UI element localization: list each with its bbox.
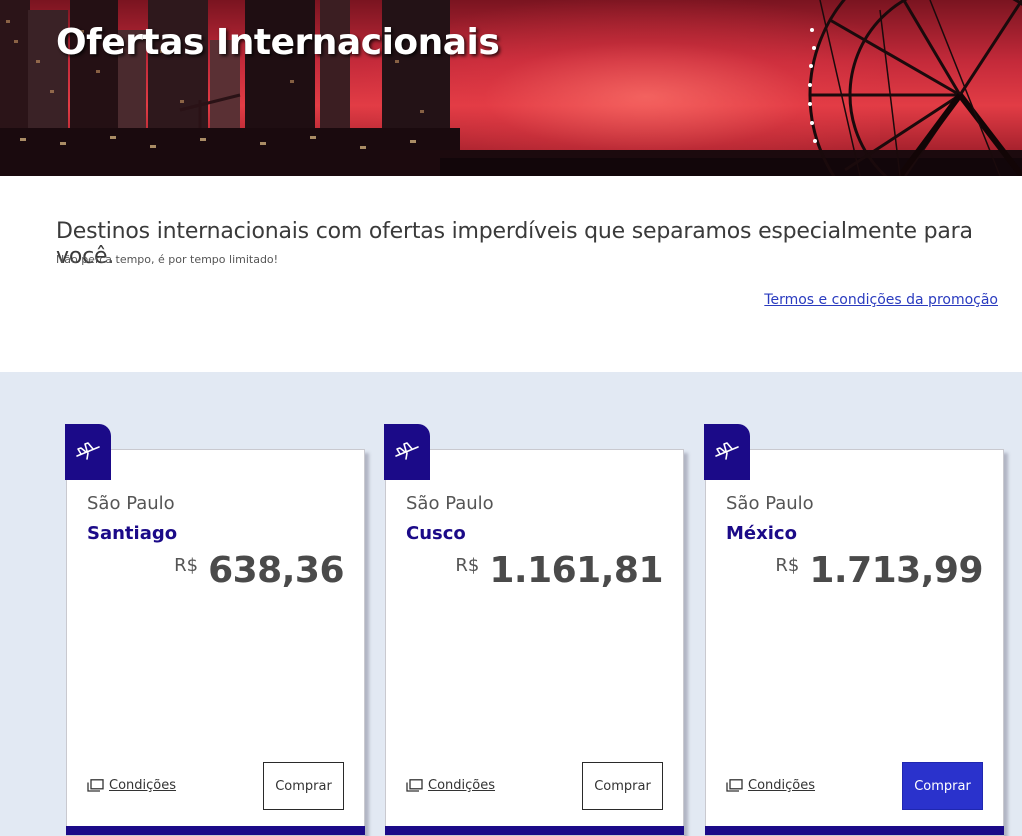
conditions-link[interactable]: Condições bbox=[87, 778, 176, 793]
price-amount: 1.161,81 bbox=[489, 550, 663, 591]
offer-origin: São Paulo bbox=[87, 493, 175, 514]
conditions-label: Condições bbox=[428, 778, 496, 793]
page-title: Ofertas Internacionais bbox=[56, 22, 500, 63]
offer-price: R$ 638,36 bbox=[174, 550, 344, 591]
buy-button[interactable]: Comprar bbox=[902, 762, 983, 810]
airplane-icon bbox=[76, 442, 100, 460]
buy-button[interactable]: Comprar bbox=[263, 762, 344, 810]
intro-subheading: Não perca tempo, é por tempo limitado! bbox=[56, 253, 279, 266]
offer-price: R$ 1.161,81 bbox=[455, 550, 663, 591]
airplane-icon bbox=[715, 442, 739, 460]
offer-price: R$ 1.713,99 bbox=[775, 550, 983, 591]
offer-destination: Cusco bbox=[406, 523, 466, 544]
buy-button[interactable]: Comprar bbox=[582, 762, 663, 810]
offer-destination: Santiago bbox=[87, 523, 178, 544]
offer-card: São Paulo México R$ 1.713,99 Condições C… bbox=[704, 424, 1004, 836]
conditions-link[interactable]: Condições bbox=[726, 778, 815, 793]
hero-banner: Ofertas Internacionais bbox=[0, 0, 1022, 176]
copy-icon bbox=[726, 779, 743, 792]
price-currency: R$ bbox=[174, 555, 199, 576]
price-currency: R$ bbox=[455, 555, 480, 576]
price-amount: 638,36 bbox=[208, 550, 344, 591]
copy-icon bbox=[87, 779, 104, 792]
conditions-label: Condições bbox=[748, 778, 816, 793]
offer-origin: São Paulo bbox=[726, 493, 814, 514]
price-currency: R$ bbox=[775, 555, 800, 576]
terms-link[interactable]: Termos e condições da promoção bbox=[764, 292, 998, 308]
offer-flag bbox=[384, 424, 430, 480]
copy-icon bbox=[406, 779, 423, 792]
airplane-icon bbox=[395, 442, 419, 460]
conditions-label: Condições bbox=[109, 778, 177, 793]
offers-section: São Paulo Santiago R$ 638,36 Condições C… bbox=[0, 372, 1022, 836]
offer-card: São Paulo Cusco R$ 1.161,81 Condições Co… bbox=[384, 424, 684, 836]
offer-card: São Paulo Santiago R$ 638,36 Condições C… bbox=[65, 424, 365, 836]
offer-destination: México bbox=[726, 523, 797, 544]
conditions-link[interactable]: Condições bbox=[406, 778, 495, 793]
offer-flag bbox=[65, 424, 111, 480]
offer-flag bbox=[704, 424, 750, 480]
offer-origin: São Paulo bbox=[406, 493, 494, 514]
price-amount: 1.713,99 bbox=[809, 550, 983, 591]
